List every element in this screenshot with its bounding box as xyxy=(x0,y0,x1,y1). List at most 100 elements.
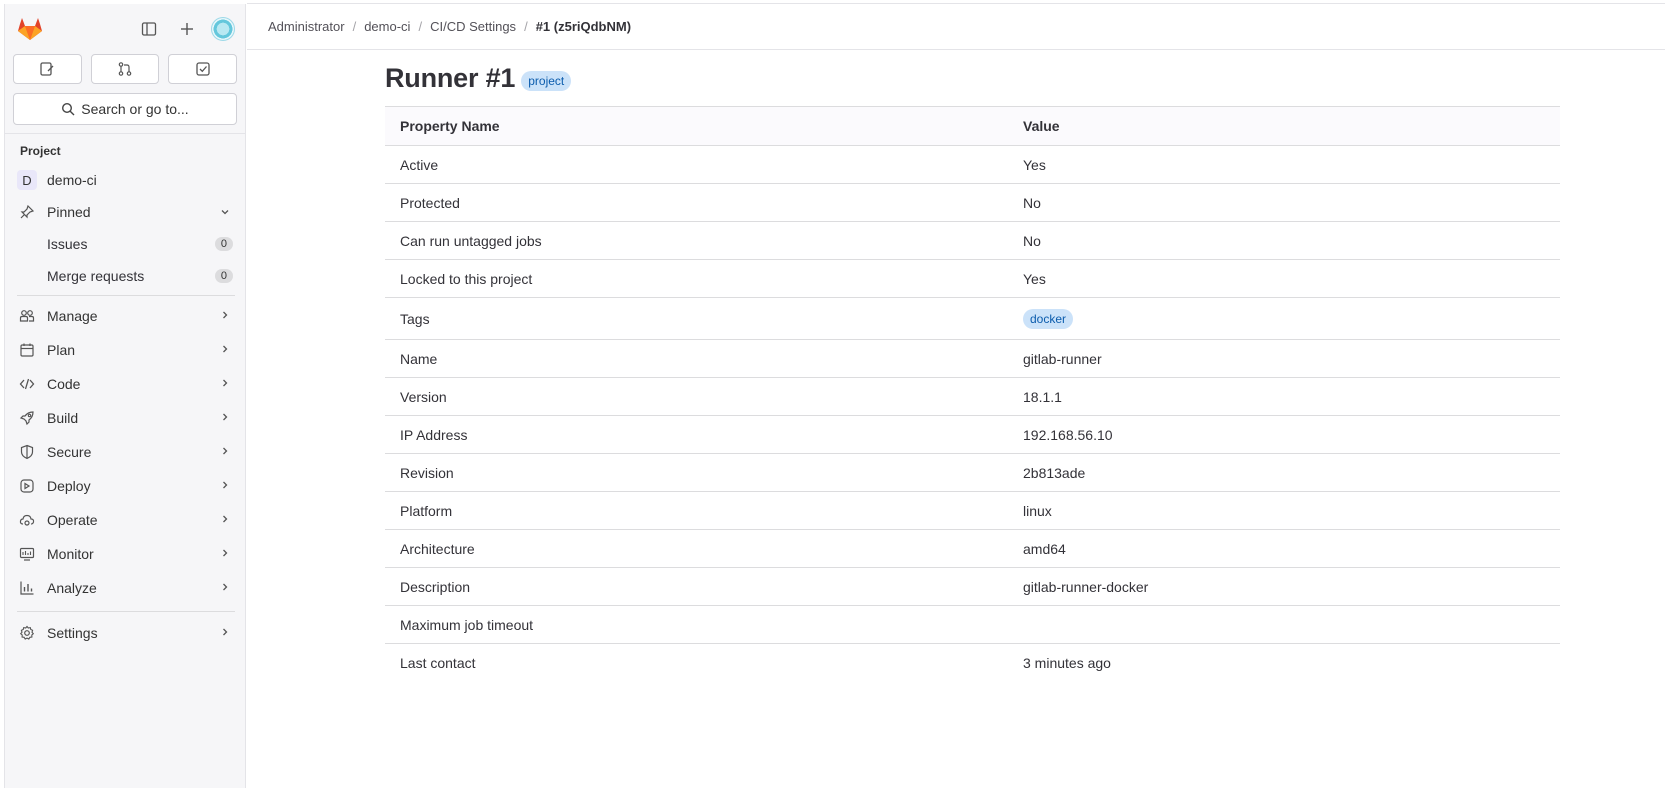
sidebar-item-label: Analyze xyxy=(47,580,97,596)
breadcrumb: Administrator / demo-ci / CI/CD Settings… xyxy=(247,4,1665,50)
sidebar-item-label: Settings xyxy=(47,625,98,641)
table-row: Maximum job timeout xyxy=(385,605,1560,644)
breadcrumb-item[interactable]: Administrator xyxy=(268,19,345,34)
breadcrumb-current[interactable]: #1 (z5riQdbNM) xyxy=(536,19,631,34)
property-value: No xyxy=(1008,221,1560,260)
sidebar-item-monitor[interactable]: Monitor xyxy=(5,537,245,571)
table-row: Architecture amd64 xyxy=(385,529,1560,568)
property-name: Protected xyxy=(385,183,1008,222)
sidebar-item-label: Secure xyxy=(47,444,92,460)
avatar[interactable] xyxy=(211,17,235,41)
table-row: Version 18.1.1 xyxy=(385,377,1560,416)
count-badge: 0 xyxy=(214,237,233,251)
table-row: IP Address 192.168.56.10 xyxy=(385,415,1560,454)
toggle-sidebar-icon[interactable] xyxy=(135,15,163,43)
sidebar-item-label: Deploy xyxy=(47,478,91,494)
count-badge: 0 xyxy=(214,269,233,283)
sidebar-item-label: Plan xyxy=(47,342,76,358)
property-name: Architecture xyxy=(385,529,1008,568)
chevron-right-icon xyxy=(219,410,231,426)
table-row: Description gitlab-runner-docker xyxy=(385,567,1560,606)
search-icon xyxy=(62,102,75,116)
sidebar-item-plan[interactable]: Plan xyxy=(5,333,245,367)
search-label: Search or go to... xyxy=(81,101,189,117)
property-value xyxy=(1008,605,1560,644)
sidebar-item-deploy[interactable]: Deploy xyxy=(5,469,245,503)
sidebar: Search or go to... Project D demo-ci Pin… xyxy=(4,4,246,788)
property-name: IP Address xyxy=(385,415,1008,454)
merge-requests-shortcut-button[interactable] xyxy=(90,54,160,84)
property-value: 2b813ade xyxy=(1008,453,1560,492)
property-value: amd64 xyxy=(1008,529,1560,568)
pinned-toggle[interactable]: Pinned xyxy=(5,196,245,228)
property-value: No xyxy=(1008,183,1560,222)
gear-icon xyxy=(17,623,37,643)
sidebar-item-manage[interactable]: Manage xyxy=(5,299,245,333)
sidebar-item-settings[interactable]: Settings xyxy=(5,616,245,650)
column-header-property: Property Name xyxy=(400,118,500,134)
property-name: Can run untagged jobs xyxy=(385,221,1008,260)
cloud-gear-icon xyxy=(17,510,37,530)
chevron-right-icon xyxy=(219,376,231,392)
property-name: Last contact xyxy=(400,654,476,671)
chart-icon xyxy=(17,578,37,598)
page-title: Runner #1 xyxy=(385,62,516,93)
sidebar-item-label: Issues xyxy=(47,236,88,252)
breadcrumb-separator: / xyxy=(524,19,528,34)
property-value: linux xyxy=(1008,491,1560,530)
rocket-icon xyxy=(17,408,37,428)
breadcrumb-separator: / xyxy=(418,19,423,34)
runner-type-badge: project xyxy=(521,71,572,91)
property-name: Maximum job timeout xyxy=(385,605,1008,644)
breadcrumb-item[interactable]: demo-ci xyxy=(364,19,410,34)
divider xyxy=(17,295,235,296)
issues-icon xyxy=(40,62,54,76)
chevron-right-icon xyxy=(219,580,231,596)
section-title: Project xyxy=(20,144,61,158)
issues-shortcut-button[interactable] xyxy=(13,54,82,84)
pinned-label: Pinned xyxy=(47,204,91,220)
project-link[interactable]: D demo-ci xyxy=(5,164,245,196)
breadcrumb-separator: / xyxy=(352,19,357,34)
chevron-right-icon xyxy=(219,512,231,528)
sidebar-item-secure[interactable]: Secure xyxy=(5,435,245,469)
sidebar-item-code[interactable]: Code xyxy=(5,367,245,401)
code-icon xyxy=(17,374,37,394)
property-value: 3 minutes ago xyxy=(1023,654,1111,671)
sidebar-item-build[interactable]: Build xyxy=(5,401,245,435)
property-name: Tags xyxy=(385,297,1008,340)
property-value: docker xyxy=(1008,297,1560,340)
sidebar-item-merge-requests[interactable]: Merge requests 0 xyxy=(5,260,245,292)
property-name: Name xyxy=(385,339,1008,378)
shield-icon xyxy=(17,442,37,462)
gitlab-logo-icon[interactable] xyxy=(15,14,45,44)
property-value: 192.168.56.10 xyxy=(1008,415,1560,454)
chevron-right-icon xyxy=(219,478,231,494)
property-value: gitlab-runner xyxy=(1008,339,1560,378)
search-button[interactable]: Search or go to... xyxy=(13,93,237,125)
table-row: Last contact 3 minutes ago xyxy=(385,644,1560,682)
page-header: Runner #1 project xyxy=(385,50,1560,106)
chevron-right-icon xyxy=(219,546,231,562)
breadcrumb-item[interactable]: CI/CD Settings xyxy=(430,19,516,34)
deploy-icon xyxy=(17,476,37,496)
property-name: Description xyxy=(385,567,1008,606)
plus-icon[interactable] xyxy=(173,15,201,43)
chevron-right-icon xyxy=(219,308,231,324)
table-row: Platform linux xyxy=(385,491,1560,530)
property-value: Yes xyxy=(1008,259,1560,298)
sidebar-item-label: Code xyxy=(47,376,81,392)
property-value: 18.1.1 xyxy=(1008,377,1560,416)
property-name: Version xyxy=(385,377,1008,416)
property-name: Revision xyxy=(385,453,1008,492)
sidebar-item-analyze[interactable]: Analyze xyxy=(5,571,245,605)
quick-actions xyxy=(5,54,245,84)
todo-icon xyxy=(196,62,210,76)
column-header-value: Value xyxy=(1023,118,1060,134)
tag-badge: docker xyxy=(1023,308,1074,329)
sidebar-item-operate[interactable]: Operate xyxy=(5,503,245,537)
sidebar-item-label: Manage xyxy=(47,308,98,324)
property-name: Locked to this project xyxy=(385,259,1008,298)
sidebar-item-issues[interactable]: Issues 0 xyxy=(5,228,245,260)
todo-shortcut-button[interactable] xyxy=(168,54,238,84)
